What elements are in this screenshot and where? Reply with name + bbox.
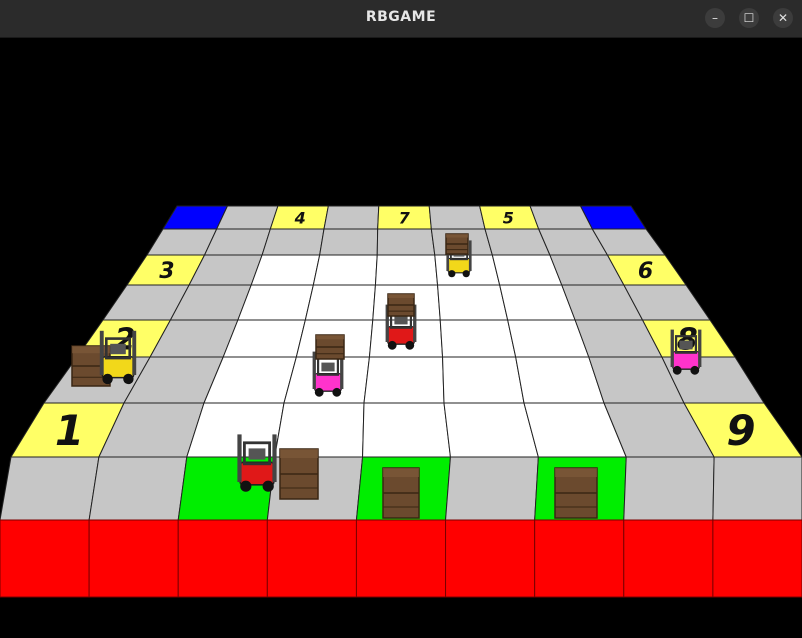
crate-pickup-center[interactable]	[382, 467, 420, 519]
floor-cell	[439, 319, 517, 358]
station-label-9: 9	[726, 406, 755, 455]
game-window: RBGAME – ☐ ✕ 123475689	[0, 0, 802, 638]
delivery-cell	[445, 519, 536, 598]
station-label-4: 4	[294, 208, 306, 227]
floor-cell	[304, 284, 376, 321]
crate-carried-center[interactable]	[387, 293, 415, 317]
game-scene[interactable]: 123475689	[0, 38, 802, 638]
floor-border-cell	[319, 228, 379, 256]
floor-border-cell	[323, 205, 380, 230]
floor-border-cell	[0, 456, 100, 521]
corner-cell	[579, 205, 647, 230]
close-button[interactable]: ✕	[773, 8, 793, 28]
crate-pickup-right[interactable]	[554, 467, 598, 519]
floor-cell	[437, 284, 509, 321]
game-board[interactable]: 1234 7 5689	[0, 38, 802, 638]
title-bar[interactable]: RBGAME – ☐ ✕	[0, 0, 802, 38]
floor-border-cell	[203, 228, 272, 256]
delivery-cell	[623, 519, 714, 598]
floor-border-cell	[428, 205, 486, 230]
floor-cell	[237, 284, 314, 321]
floor-cell	[442, 356, 525, 404]
floor-cell	[443, 402, 539, 458]
floor-border-cell	[261, 228, 325, 256]
delivery-cell	[177, 519, 268, 598]
delivery-cell	[712, 519, 802, 598]
station-label-6: 6	[638, 259, 653, 284]
floor-border-cell	[88, 456, 188, 521]
floor-border-cell	[445, 456, 539, 521]
floor-border-cell	[712, 456, 802, 521]
floor-cell	[374, 254, 439, 286]
delivery-cell	[266, 519, 357, 598]
window-title: RBGAME	[365, 9, 437, 25]
crate-bottom-left[interactable]	[279, 448, 319, 500]
maximize-button[interactable]: ☐	[739, 8, 759, 28]
floor-border-cell	[376, 228, 436, 256]
delivery-cell	[534, 519, 625, 598]
station-label-5: 5	[503, 208, 514, 227]
floor-cell	[250, 254, 321, 286]
floor-cell	[363, 356, 445, 404]
delivery-cell	[88, 519, 179, 598]
forklift-yellow-left[interactable]	[99, 330, 137, 385]
delivery-cell	[0, 519, 90, 598]
station-label-3: 3	[159, 259, 174, 284]
station-label-7: 7	[399, 208, 411, 227]
floor-border-cell	[215, 205, 279, 230]
floor-cell	[507, 319, 590, 358]
floor-border-cell	[623, 456, 715, 521]
minimize-button[interactable]: –	[705, 8, 725, 28]
forklift-red-bottom[interactable]	[237, 434, 277, 492]
floor-cell	[362, 402, 452, 458]
delivery-cell	[355, 519, 447, 598]
crate-carried-top[interactable]	[445, 233, 469, 255]
floor-cell	[312, 254, 378, 286]
floor-cell	[222, 319, 306, 358]
crate-carried-pink[interactable]	[315, 334, 345, 360]
floor-grid	[0, 205, 802, 598]
forklift-pink-right[interactable]	[670, 329, 702, 375]
station-label-1: 1	[55, 406, 84, 455]
